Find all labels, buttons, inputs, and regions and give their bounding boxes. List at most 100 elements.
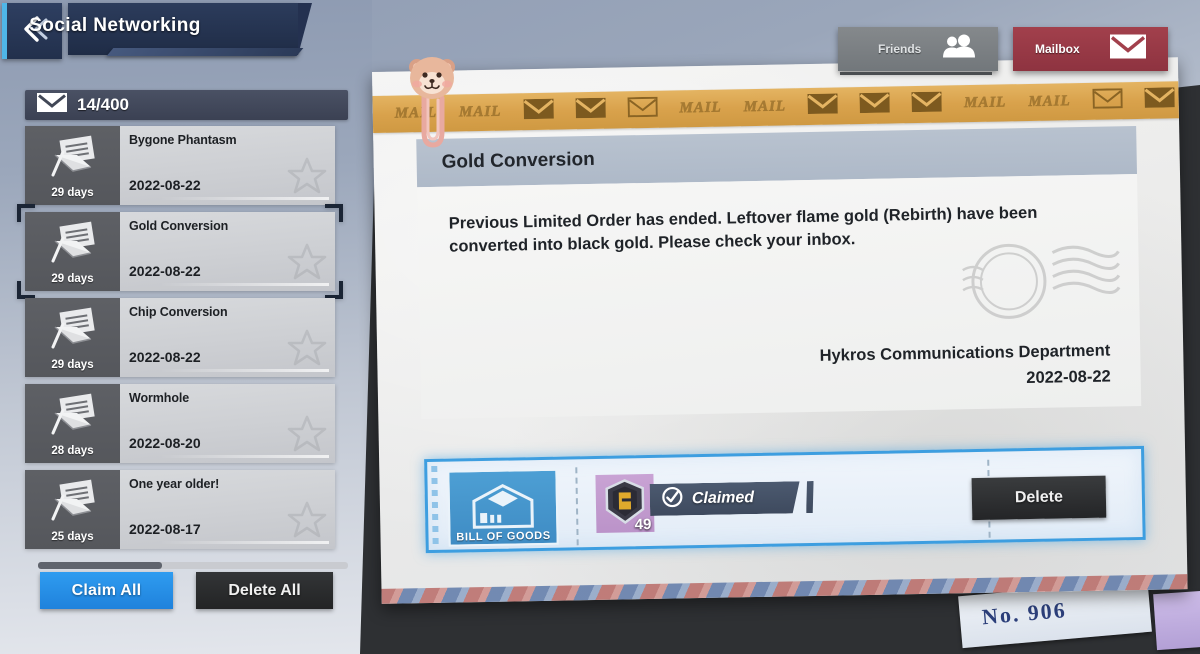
tape-envelope-icon bbox=[911, 91, 943, 118]
top-bar: Social Networking Friends Mailbox bbox=[0, 0, 1200, 75]
tape-envelope-icon bbox=[807, 93, 839, 119]
mail-item-body: Wormhole 2022-08-20 bbox=[120, 384, 335, 463]
mail-item-date: 2022-08-20 bbox=[129, 435, 201, 451]
banner-tail bbox=[806, 481, 815, 513]
mail-item-body: Bygone Phantasm 2022-08-22 bbox=[120, 126, 335, 205]
decorative-stamp-purple bbox=[1153, 589, 1200, 651]
check-circle-icon bbox=[662, 486, 683, 512]
warehouse-icon bbox=[468, 482, 539, 534]
washi-tape: MAIL MAIL MAIL MAIL MAIL MAIL bbox=[372, 81, 1179, 133]
mail-item-sheen bbox=[160, 197, 329, 200]
mail-item-date: 2022-08-22 bbox=[129, 177, 201, 193]
mail-item-expiry: 29 days bbox=[51, 359, 94, 371]
letter-title: Gold Conversion bbox=[441, 148, 595, 173]
mail-item-body: One year older! 2022-08-17 bbox=[120, 470, 335, 549]
mail-list-item[interactable]: 25 days One year older! 2022-08-17 bbox=[25, 470, 335, 549]
letter-signature: Hykros Communications Department bbox=[819, 341, 1111, 365]
mail-item-expiry: 28 days bbox=[51, 445, 94, 457]
star-watermark-icon bbox=[287, 500, 327, 545]
envelope-icon bbox=[37, 93, 67, 117]
friends-icon bbox=[942, 34, 976, 64]
mail-item-icon-panel: 25 days bbox=[25, 470, 120, 549]
mail-item-sheen bbox=[160, 541, 329, 544]
mail-item-sheen bbox=[160, 283, 329, 286]
claim-all-button[interactable]: Claim All bbox=[40, 572, 173, 609]
mail-item-expiry: 25 days bbox=[51, 531, 94, 543]
mail-item-icon-panel: 29 days bbox=[25, 212, 120, 291]
mail-item-sheen bbox=[160, 369, 329, 372]
tape-word: MAIL bbox=[1028, 93, 1071, 110]
mail-item-title: Chip Conversion bbox=[129, 305, 228, 319]
tape-envelope-icon bbox=[1144, 87, 1175, 113]
delete-button[interactable]: Delete bbox=[971, 475, 1107, 521]
mail-item-body: Gold Conversion 2022-08-22 bbox=[120, 212, 335, 291]
claimed-status-banner: Claimed bbox=[650, 481, 801, 516]
mail-item-expiry: 29 days bbox=[51, 187, 94, 199]
mail-item-date: 2022-08-22 bbox=[129, 263, 201, 279]
mail-counter: 14/400 bbox=[25, 90, 348, 120]
mail-list-item[interactable]: 29 days Chip Conversion 2022-08-22 bbox=[25, 298, 335, 377]
envelope-icon bbox=[1110, 34, 1146, 64]
tab-friends-label: Friends bbox=[878, 42, 922, 56]
reward-quantity: 49 bbox=[634, 515, 652, 534]
attachment-divider bbox=[575, 467, 579, 546]
mail-item-date: 2022-08-22 bbox=[129, 349, 201, 365]
selection-bracket bbox=[325, 204, 343, 222]
tab-mailbox[interactable]: Mailbox bbox=[1013, 27, 1168, 71]
reward-item-slot[interactable]: 49 bbox=[595, 473, 655, 534]
letter-date: 2022-08-22 bbox=[1026, 367, 1111, 388]
tape-envelope-icon bbox=[627, 96, 658, 123]
tape-envelope-icon bbox=[575, 97, 606, 124]
mail-item-title: Wormhole bbox=[129, 391, 190, 405]
mail-item-sheen bbox=[160, 455, 329, 458]
bill-of-goods-label: BILL OF GOODS bbox=[456, 529, 551, 544]
tape-word: MAIL bbox=[458, 103, 502, 121]
mail-item-expiry: 29 days bbox=[51, 273, 94, 285]
tab-friends[interactable]: Friends bbox=[838, 27, 998, 75]
read-mail-icon bbox=[47, 221, 99, 270]
mail-list-item[interactable]: 29 days Bygone Phantasm 2022-08-22 bbox=[25, 126, 335, 205]
mail-item-title: Gold Conversion bbox=[129, 219, 229, 233]
letter-body: Previous Limited Order has ended. Leftov… bbox=[417, 173, 1142, 420]
star-watermark-icon bbox=[287, 328, 327, 373]
mail-item-icon-panel: 29 days bbox=[25, 298, 120, 377]
mail-item-icon-panel: 29 days bbox=[25, 126, 120, 205]
scrollbar-thumb[interactable] bbox=[38, 562, 162, 569]
mail-item-title: Bygone Phantasm bbox=[129, 133, 237, 147]
tape-envelope-icon bbox=[859, 92, 891, 119]
delete-all-button[interactable]: Delete All bbox=[196, 572, 333, 609]
mail-list[interactable]: 29 days Bygone Phantasm 2022-08-22 29 da… bbox=[17, 126, 357, 566]
claimed-label: Claimed bbox=[691, 489, 755, 508]
mail-list-item-selected[interactable]: 29 days Gold Conversion 2022-08-22 bbox=[17, 204, 343, 299]
mail-list-item[interactable]: 28 days Wormhole 2022-08-20 bbox=[25, 384, 335, 463]
mail-item-title: One year older! bbox=[129, 477, 220, 491]
tape-word: MAIL bbox=[963, 94, 1007, 112]
read-mail-icon bbox=[47, 135, 99, 184]
letter-body-text: Previous Limited Order has ended. Leftov… bbox=[448, 203, 1038, 257]
bear-paperclip-icon bbox=[404, 50, 460, 150]
mail-counter-value: 14/400 bbox=[77, 95, 129, 114]
mail-list-scrollbar[interactable] bbox=[38, 562, 348, 569]
tape-word: MAIL bbox=[679, 99, 722, 117]
selection-bracket bbox=[17, 281, 35, 299]
read-mail-icon bbox=[47, 393, 99, 442]
page-title: Social Networking bbox=[29, 15, 201, 36]
mail-item-icon-panel: 28 days bbox=[25, 384, 120, 463]
tab-mailbox-label: Mailbox bbox=[1035, 42, 1080, 56]
stamp-number-text: No. 906 bbox=[980, 597, 1068, 630]
mail-item-date: 2022-08-17 bbox=[129, 521, 201, 537]
read-mail-icon bbox=[47, 307, 99, 356]
read-mail-icon bbox=[47, 479, 99, 528]
perforation-edge bbox=[431, 465, 439, 548]
star-watermark-icon bbox=[287, 242, 327, 287]
tape-word: MAIL bbox=[743, 98, 787, 116]
star-watermark-icon bbox=[287, 156, 327, 201]
mail-item-body: Chip Conversion 2022-08-22 bbox=[120, 298, 335, 377]
selection-bracket bbox=[17, 204, 35, 222]
postmark-icon bbox=[960, 237, 1122, 337]
selection-bracket bbox=[325, 281, 343, 299]
attachment-bar: BILL OF GOODS 49 Claimed Delete bbox=[424, 445, 1146, 554]
star-watermark-icon bbox=[287, 414, 327, 459]
letter-panel: MAIL MAIL MAIL MAIL MAIL MAIL Gold Conve… bbox=[372, 57, 1188, 604]
tape-envelope-icon bbox=[1092, 88, 1123, 114]
